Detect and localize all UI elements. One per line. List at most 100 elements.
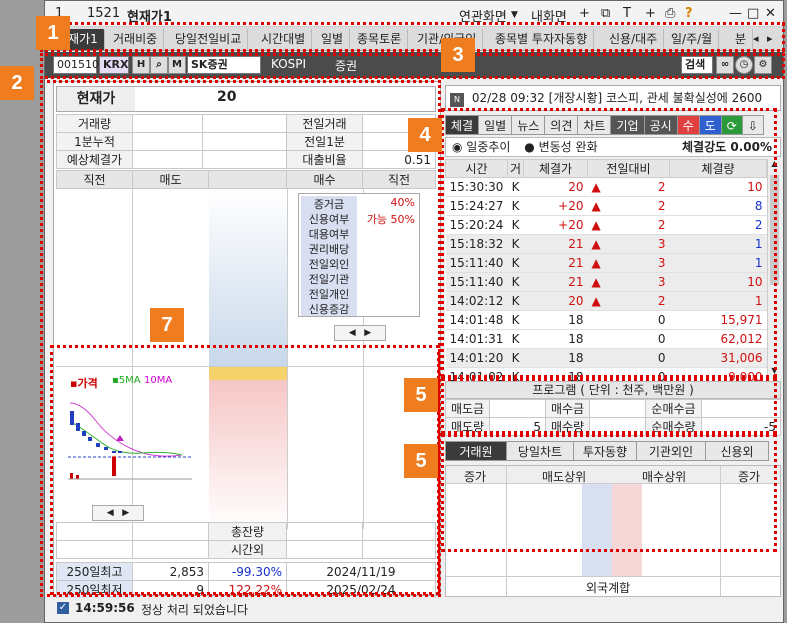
- tab-minute[interactable]: 분: [729, 29, 754, 50]
- my-screen-menu[interactable]: 내화면: [531, 6, 567, 25]
- tab-daily[interactable]: 일별: [315, 29, 351, 50]
- tab-inst-foreign[interactable]: 기관외인: [636, 441, 706, 461]
- table-row[interactable]: 15:20:24 K +20 ▲ 2 2: [445, 215, 767, 235]
- execution-scrollbar[interactable]: ▲ ▼: [767, 159, 781, 375]
- current-price-row: [209, 366, 287, 380]
- current-price-panel: 현재가 20 거래량전일거래15 1분누적전일1분 예상체결가대출비율0.51 …: [53, 81, 441, 599]
- tab-stock-discussion[interactable]: 종목토론: [351, 29, 409, 50]
- table-row[interactable]: 15:30:30 K 20 ▲ 2 10: [445, 177, 767, 197]
- search-icon[interactable]: ⌕: [150, 56, 168, 74]
- tab-broker[interactable]: 거래원: [445, 441, 507, 461]
- tab-credit[interactable]: 신용/대주: [603, 29, 665, 50]
- tab-chart[interactable]: 차트: [577, 115, 612, 135]
- tab-disclosure[interactable]: 공시: [643, 115, 678, 135]
- table-row[interactable]: 14:01:20 K 18 0 31,006: [445, 348, 767, 368]
- title-bar: 1 1521 현재가1 연관화면 ▼ 내화면 + ⧉ T + ⎙ ? — □ ✕: [45, 1, 783, 27]
- stock-name-field[interactable]: SK증권: [187, 56, 261, 74]
- table-row[interactable]: 15:18:32 K 21 ▲ 3 1: [445, 234, 767, 254]
- minute-cumulative-label: 1분누적: [56, 132, 133, 151]
- gear-icon[interactable]: ⚙: [754, 56, 772, 74]
- clock-icon[interactable]: ◷: [735, 56, 753, 74]
- volume-table: 거래량전일거래15 1분누적전일1분 예상체결가대출비율0.51: [56, 114, 436, 169]
- high-250-pct: -99.30%: [208, 562, 287, 581]
- linked-screens-menu[interactable]: 연관화면: [459, 6, 507, 25]
- scroll-down-icon[interactable]: ▼: [768, 366, 781, 375]
- tab-investor-trend[interactable]: 종목별 투자자동향: [489, 29, 595, 50]
- window-add-icon[interactable]: ⧉: [601, 6, 610, 21]
- up-arrow-icon: ▲: [591, 218, 601, 232]
- table-row[interactable]: 14:01:31 K 18 0 62,012: [445, 329, 767, 349]
- history-button[interactable]: H: [132, 56, 150, 74]
- execution-table: 시간 거 체결가 전일대비 체결량 15:30:30 K 20 ▲ 2 10 15:24:2…: [445, 159, 767, 387]
- cell-change: ▲ 2: [587, 291, 670, 311]
- sell-button[interactable]: 도: [698, 115, 722, 135]
- table-row[interactable]: 15:11:40 K 21 ▲ 3 1: [445, 253, 767, 273]
- print-icon[interactable]: ⎙: [665, 6, 675, 21]
- tab-execution[interactable]: 체결: [445, 115, 480, 135]
- cell-change: ▲ 3: [587, 253, 670, 273]
- minimize-icon[interactable]: —: [729, 6, 742, 21]
- tab-trade-weight[interactable]: 거래비중: [107, 29, 165, 50]
- legend-10ma: 10MA: [144, 375, 173, 386]
- chevron-right-icon[interactable]: ▸: [767, 32, 773, 45]
- tab-investor[interactable]: 투자동향: [573, 441, 637, 461]
- download-icon[interactable]: ⇩: [741, 115, 764, 135]
- tab-day-week-month[interactable]: 일/주/월: [665, 29, 720, 50]
- cell-exchange: K: [507, 234, 524, 254]
- cell-volume: 62,012: [669, 329, 767, 349]
- stock-code-input[interactable]: 001510: [53, 56, 99, 74]
- maximize-icon[interactable]: □: [747, 6, 759, 21]
- price-header: 현재가 20: [56, 86, 436, 112]
- memo-button[interactable]: M: [168, 56, 186, 74]
- search-button[interactable]: 검색: [681, 56, 713, 74]
- broker-buy-increase: 증가: [738, 470, 761, 484]
- tab-company[interactable]: 기업: [610, 115, 645, 135]
- market-selector[interactable]: KRX: [99, 56, 129, 74]
- cell-exchange: K: [507, 329, 524, 349]
- buy-button[interactable]: 수: [676, 115, 700, 135]
- radio-volatility[interactable]: ● 변동성 완화: [524, 140, 597, 154]
- order-book-header: 직전 매도 매수 직전: [56, 170, 436, 189]
- window-title: 현재가1: [127, 10, 172, 25]
- broker-top-sellers: 매도상위: [542, 470, 587, 484]
- refresh-icon[interactable]: ⟳: [720, 115, 743, 135]
- table-row[interactable]: 15:11:40 K 21 ▲ 3 10: [445, 272, 767, 292]
- tab-credit-etc[interactable]: 신용외: [705, 441, 769, 461]
- market-index-label: KOSPI: [271, 57, 307, 71]
- tab-by-time[interactable]: 시간대별: [255, 29, 313, 50]
- news-icon: N: [450, 93, 464, 107]
- table-row[interactable]: 14:01:48 K 18 0 15,971: [445, 310, 767, 330]
- program-buy-volume-label: 매수량: [545, 417, 590, 436]
- book-prev-left: 직전: [56, 170, 133, 189]
- prev-foreign-label: 전일외인: [301, 256, 357, 271]
- close-icon[interactable]: ✕: [765, 6, 776, 21]
- tab-day-chart[interactable]: 당일차트: [506, 441, 574, 461]
- chevron-left-icon[interactable]: ◂: [753, 32, 759, 45]
- add-icon[interactable]: +: [645, 6, 656, 21]
- text-size-icon[interactable]: T: [623, 6, 631, 21]
- program-sell-amount-label: 매도금: [445, 399, 490, 418]
- status-check-icon[interactable]: ✓: [57, 602, 69, 614]
- scroll-up-icon[interactable]: ▲: [768, 159, 781, 168]
- table-row[interactable]: 15:24:27 K +20 ▲ 2 8: [445, 196, 767, 216]
- binoculars-icon[interactable]: ∞: [716, 56, 734, 74]
- cell-exchange: K: [507, 177, 524, 197]
- scroll-thumb[interactable]: [770, 175, 779, 285]
- info-pager[interactable]: ◀ ▶: [334, 325, 386, 341]
- tab-day-compare[interactable]: 당일전일비교: [169, 29, 249, 50]
- tab-news[interactable]: 뉴스: [511, 115, 546, 135]
- tab-opinion[interactable]: 의견: [544, 115, 579, 135]
- plus-icon[interactable]: +: [579, 6, 590, 21]
- news-ticker[interactable]: N 02/28 09:32 [개장시황] 코스피, 관세 불확실성에 2600: [445, 85, 781, 111]
- broker-tabs: 거래원 당일차트 투자동향 기관외인 신용외: [445, 441, 781, 461]
- tab-daily-trade[interactable]: 일별: [478, 115, 513, 135]
- chart-pager[interactable]: ◀ ▶: [92, 505, 144, 521]
- program-net-volume: -5: [701, 417, 781, 436]
- margin-label: 증거금: [301, 196, 357, 211]
- radio-intraday[interactable]: ◉ 일중추이: [452, 140, 510, 154]
- status-bar: ✓ 14:59:56 정상 처리 되었습니다: [45, 598, 783, 622]
- help-icon[interactable]: ?: [685, 6, 693, 21]
- cell-time: 14:02:12: [445, 291, 508, 311]
- table-row[interactable]: 14:02:12 K 20 ▲ 2 1: [445, 291, 767, 311]
- col-volume: 체결량: [669, 159, 767, 178]
